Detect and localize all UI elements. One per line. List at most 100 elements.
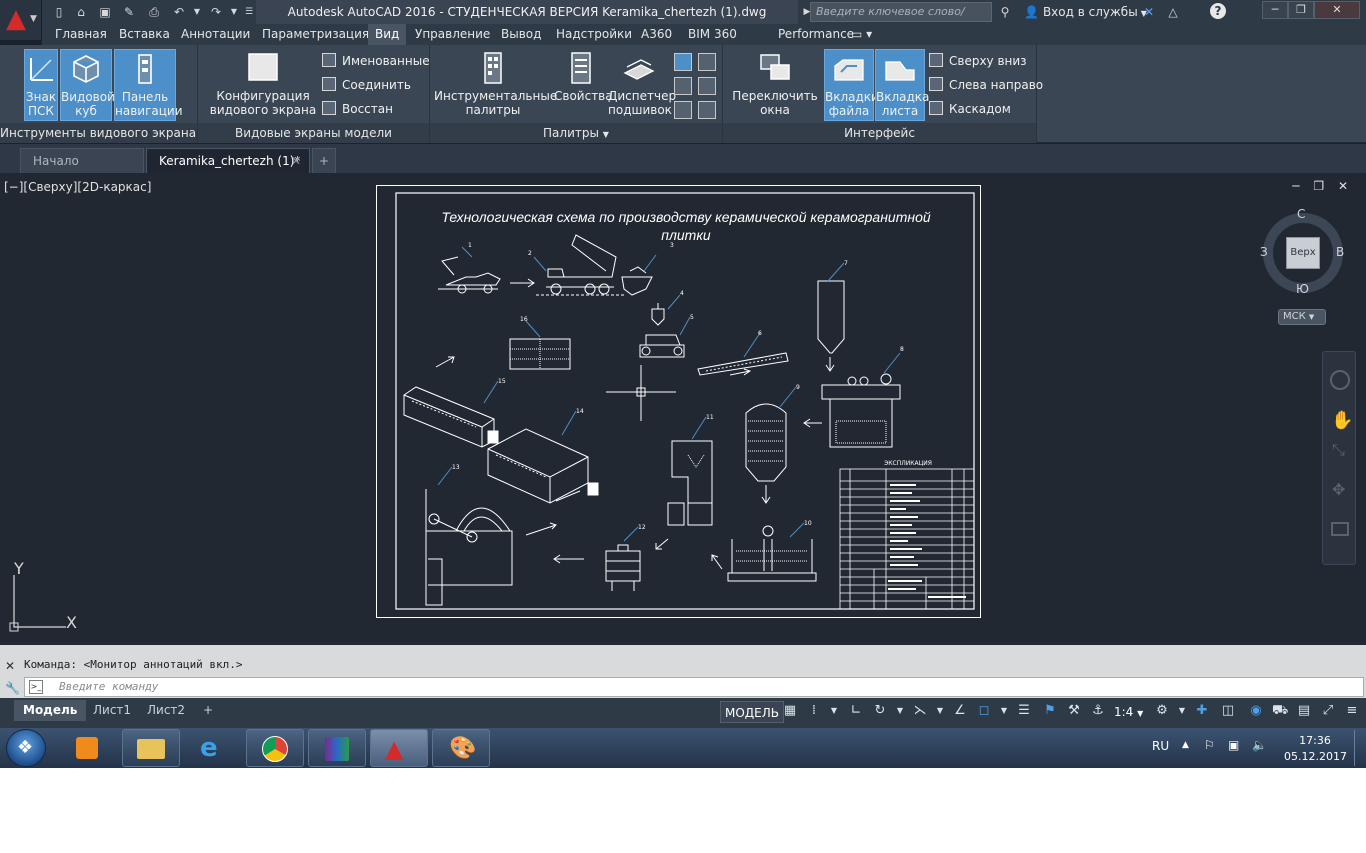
lock-ui-icon[interactable]: ⛟: [1272, 703, 1288, 719]
join-viewports-button[interactable]: Соединить: [322, 75, 411, 95]
properties-button[interactable]: Свойства: [554, 49, 613, 121]
customization-menu-icon[interactable]: ≡: [1344, 703, 1360, 719]
open-file-icon[interactable]: ⌂: [72, 3, 90, 21]
restore-button[interactable]: ❐: [1288, 1, 1314, 19]
tab-home[interactable]: Главная: [48, 24, 114, 45]
calculator-icon[interactable]: [698, 77, 716, 95]
tab-bim360[interactable]: BIM 360: [681, 24, 744, 45]
quick-properties-icon[interactable]: ◉: [1248, 703, 1264, 719]
workspace-gear-icon[interactable]: ⚙: [1154, 703, 1170, 719]
clock[interactable]: 17:36 05.12.2017: [1284, 733, 1347, 765]
snap-icon[interactable]: ⁞: [806, 703, 822, 719]
viewcube-top-face[interactable]: Верх: [1286, 237, 1320, 269]
sheet-icon[interactable]: [698, 101, 716, 119]
layout-tabs-button[interactable]: Вкладка листа: [875, 49, 929, 121]
annotation-visibility-icon[interactable]: ⚑: [1042, 703, 1058, 719]
compass-east[interactable]: В: [1336, 245, 1344, 259]
viewport-minimize-icon[interactable]: ─: [1292, 179, 1299, 193]
close-tab-icon[interactable]: ✕: [291, 149, 301, 174]
restore-viewports-button[interactable]: Восстан: [322, 99, 393, 119]
showmotion-icon[interactable]: [1331, 522, 1349, 536]
tab-view[interactable]: Вид: [368, 24, 407, 45]
taskbar-explorer[interactable]: [122, 729, 180, 767]
tray-show-hidden-icon[interactable]: ▲: [1182, 740, 1189, 750]
taskbar-autocad[interactable]: ▲: [370, 729, 428, 767]
exchange-apps-icon[interactable]: ✕: [1140, 3, 1158, 21]
auto-scale-icon[interactable]: ⚒: [1066, 703, 1082, 719]
annotation-scale-icon[interactable]: ⚓: [1090, 703, 1106, 719]
tool-palettes-button[interactable]: Инструментальные палитры: [434, 49, 557, 121]
chevron-down-icon[interactable]: ▼: [892, 703, 908, 719]
ucs-icon-button[interactable]: Знак ПСК: [24, 49, 58, 121]
grid-icon[interactable]: ▦: [782, 703, 798, 719]
cascade-button[interactable]: Каскадом: [929, 99, 1011, 119]
close-button[interactable]: ✕: [1314, 1, 1360, 19]
viewport-controls-label[interactable]: [−][Сверху][2D-каркас]: [4, 180, 151, 194]
object-snap-tracking-icon[interactable]: ∠: [952, 703, 968, 719]
signin-button[interactable]: 👤 Вход в службы ▼: [1024, 0, 1147, 24]
chevron-down-icon[interactable]: ▼: [826, 703, 842, 719]
layout-tab-model[interactable]: Модель: [14, 700, 87, 721]
layout-tab-layout2[interactable]: Лист2: [138, 700, 194, 721]
units-icon[interactable]: ◫: [1220, 703, 1236, 719]
clean-screen-icon[interactable]: ⤢: [1320, 703, 1336, 719]
undo-dropdown-icon[interactable]: ▼: [188, 3, 206, 21]
pan-icon[interactable]: ✋: [1331, 410, 1353, 431]
polar-tracking-icon[interactable]: ↻: [872, 703, 888, 719]
sheet-set-manager-button[interactable]: Диспетчер подшивок: [608, 49, 676, 121]
viewcube-button[interactable]: Видовой куб: [60, 49, 115, 121]
annotation-scale-value[interactable]: 1:4 ▼: [1114, 702, 1143, 724]
show-desktop-button[interactable]: [1354, 730, 1364, 766]
new-layout-button[interactable]: +: [194, 700, 222, 721]
compass-west[interactable]: З: [1260, 245, 1268, 259]
redo-icon[interactable]: ↷: [207, 3, 225, 21]
tile-horizontal-button[interactable]: Сверху вниз: [929, 51, 1027, 71]
switch-windows-button[interactable]: Переключить окна: [729, 49, 821, 121]
group-label-viewport-tools[interactable]: Инструменты видового экрана ▼: [0, 123, 206, 143]
new-file-icon[interactable]: ▯: [50, 3, 68, 21]
taskbar-internet-explorer[interactable]: e: [184, 729, 242, 767]
drawing-canvas[interactable]: [−][Сверху][2D-каркас] ─ ❐ ✕ Технологиче…: [0, 173, 1366, 645]
isometric-icon[interactable]: ⋋: [912, 703, 928, 719]
command-line-settings-icon[interactable]: 🔧: [5, 681, 20, 695]
markup-set-icon[interactable]: [698, 53, 716, 71]
action-center-icon[interactable]: ⚐: [1204, 738, 1215, 752]
graphics-performance-icon[interactable]: ▤: [1296, 703, 1312, 719]
taskbar-paint[interactable]: 🎨: [432, 729, 490, 767]
file-tab-drawing[interactable]: Keramika_chertezh (1)* ✕: [146, 148, 310, 173]
viewport-close-icon[interactable]: ✕: [1338, 179, 1348, 193]
command-prompt-icon[interactable]: >_: [29, 680, 43, 694]
ortho-icon[interactable]: ∟: [848, 703, 864, 719]
new-tab-button[interactable]: +: [312, 148, 336, 173]
save-as-icon[interactable]: ✎: [120, 3, 138, 21]
taskbar-media-player[interactable]: [60, 729, 118, 767]
annotation-monitor-icon[interactable]: ✚: [1194, 703, 1210, 719]
taskbar-chrome[interactable]: [246, 729, 304, 767]
chevron-down-icon[interactable]: ▼: [932, 703, 948, 719]
external-refs-icon[interactable]: [674, 101, 692, 119]
viewcube[interactable]: Верх С Ю З В МСК ▼: [1258, 207, 1348, 327]
tab-annotate[interactable]: Аннотации: [174, 24, 257, 45]
viewport-config-button[interactable]: Конфигурация видового экрана: [208, 49, 318, 121]
lineweight-icon[interactable]: ☰: [1016, 703, 1032, 719]
model-space-button[interactable]: МОДЕЛЬ: [720, 701, 785, 723]
design-center-icon[interactable]: [674, 53, 692, 71]
minimize-button[interactable]: ─: [1262, 1, 1288, 19]
undo-icon[interactable]: ↶: [170, 3, 188, 21]
a360-icon[interactable]: △: [1164, 3, 1182, 21]
ribbon-display-toggle[interactable]: ▭ ▾: [844, 24, 879, 45]
orbit-icon[interactable]: ✥: [1332, 480, 1345, 499]
command-line-close-icon[interactable]: ✕: [5, 659, 15, 673]
compass-south[interactable]: Ю: [1296, 282, 1309, 296]
help-search-input[interactable]: Введите ключевое слово/фразу: [810, 2, 992, 36]
layer-manager-icon[interactable]: [674, 77, 692, 95]
tab-addins[interactable]: Надстройки: [549, 24, 639, 45]
tab-parametric[interactable]: Параметризация: [255, 24, 376, 45]
tab-output[interactable]: Вывод: [494, 24, 548, 45]
tile-vertical-button[interactable]: Слева направо: [929, 75, 1043, 95]
navigation-bar-button[interactable]: Панель навигации: [114, 49, 183, 121]
volume-icon[interactable]: 🔈: [1252, 738, 1267, 752]
wcs-menu[interactable]: МСК ▼: [1278, 309, 1326, 325]
tab-manage[interactable]: Управление: [408, 24, 497, 45]
chevron-down-icon[interactable]: ▼: [996, 703, 1012, 719]
